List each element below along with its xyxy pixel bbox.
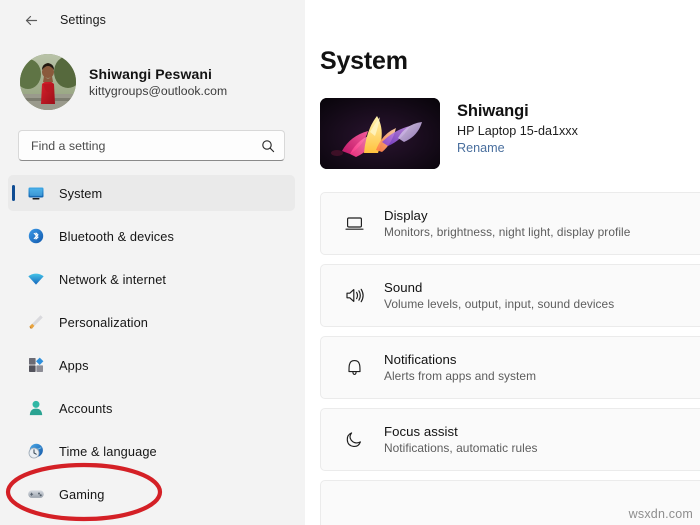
rename-link[interactable]: Rename bbox=[457, 141, 578, 155]
sidebar-item-label: System bbox=[59, 185, 103, 201]
back-arrow-icon[interactable] bbox=[18, 7, 44, 33]
watermark: wsxdn.com bbox=[628, 507, 693, 521]
search-container bbox=[0, 116, 305, 161]
settings-cards: Display Monitors, brightness, night ligh… bbox=[318, 192, 700, 525]
sidebar: Settings Shiwangi Peswani kittygroups@ou… bbox=[0, 0, 305, 525]
apps-grid-icon bbox=[26, 356, 45, 375]
device-model: HP Laptop 15-da1xxx bbox=[457, 123, 578, 138]
settings-card-sound[interactable]: Sound Volume levels, output, input, soun… bbox=[320, 264, 700, 327]
bell-icon bbox=[343, 356, 366, 379]
settings-window: Settings Shiwangi Peswani kittygroups@ou… bbox=[0, 0, 700, 525]
titlebar: Settings bbox=[0, 0, 305, 40]
wifi-icon bbox=[26, 270, 45, 289]
card-subtitle: Volume levels, output, input, sound devi… bbox=[384, 297, 615, 311]
device-name: Shiwangi bbox=[457, 102, 529, 120]
search-box[interactable] bbox=[18, 130, 285, 161]
main-panel: System Shiwangi HP Laptop 15-da1xxx Rena… bbox=[305, 0, 700, 525]
device-hero: Shiwangi HP Laptop 15-da1xxx Rename bbox=[318, 76, 700, 169]
sidebar-item-personalization[interactable]: Personalization bbox=[8, 304, 295, 340]
sidebar-item-accounts[interactable]: Accounts bbox=[8, 390, 295, 426]
card-title: Sound bbox=[384, 280, 423, 295]
bluetooth-icon bbox=[26, 227, 45, 246]
card-subtitle: Notifications, automatic rules bbox=[384, 441, 538, 455]
moon-icon bbox=[343, 428, 366, 451]
sidebar-item-apps[interactable]: Apps bbox=[8, 347, 295, 383]
settings-card-focus-assist[interactable]: Focus assist Notifications, automatic ru… bbox=[320, 408, 700, 471]
card-subtitle: Monitors, brightness, night light, displ… bbox=[384, 225, 631, 239]
sidebar-item-gaming[interactable]: Gaming bbox=[8, 476, 295, 512]
monitor-outline-icon bbox=[343, 212, 366, 235]
app-title: Settings bbox=[60, 13, 106, 27]
sidebar-item-network-internet[interactable]: Network & internet bbox=[8, 261, 295, 297]
sidebar-item-label: Accounts bbox=[59, 400, 113, 416]
sidebar-item-label: Personalization bbox=[59, 314, 148, 330]
monitor-icon bbox=[26, 184, 45, 203]
account-block[interactable]: Shiwangi Peswani kittygroups@outlook.com bbox=[0, 40, 305, 116]
paintbrush-icon bbox=[26, 313, 45, 332]
card-title: Focus assist bbox=[384, 424, 458, 439]
sidebar-item-label: Time & language bbox=[59, 443, 157, 459]
sidebar-item-label: Apps bbox=[59, 357, 89, 373]
sidebar-item-label: Gaming bbox=[59, 486, 105, 502]
card-subtitle: Alerts from apps and system bbox=[384, 369, 537, 383]
windows-bloom-wallpaper bbox=[320, 98, 440, 169]
search-input[interactable] bbox=[31, 138, 261, 153]
account-name: Shiwangi Peswani bbox=[89, 66, 212, 82]
page-title: System bbox=[320, 47, 408, 75]
sidebar-nav: System Bluetooth & devices Network & int… bbox=[0, 161, 305, 512]
sidebar-item-bluetooth-devices[interactable]: Bluetooth & devices bbox=[8, 218, 295, 254]
person-icon bbox=[26, 399, 45, 418]
account-email: kittygroups@outlook.com bbox=[89, 84, 228, 98]
settings-card-display[interactable]: Display Monitors, brightness, night ligh… bbox=[320, 192, 700, 255]
avatar bbox=[20, 54, 76, 110]
gamepad-icon bbox=[26, 485, 45, 504]
sidebar-item-label: Bluetooth & devices bbox=[59, 228, 175, 244]
search-icon[interactable] bbox=[261, 139, 275, 153]
speaker-icon bbox=[343, 284, 366, 307]
sidebar-item-time-language[interactable]: Time & language bbox=[8, 433, 295, 469]
clock-globe-icon bbox=[26, 442, 45, 461]
card-title: Display bbox=[384, 208, 428, 223]
settings-card-notifications[interactable]: Notifications Alerts from apps and syste… bbox=[320, 336, 700, 399]
sidebar-item-system[interactable]: System bbox=[8, 175, 295, 211]
card-title: Notifications bbox=[384, 352, 457, 367]
sidebar-item-label: Network & internet bbox=[59, 271, 167, 287]
